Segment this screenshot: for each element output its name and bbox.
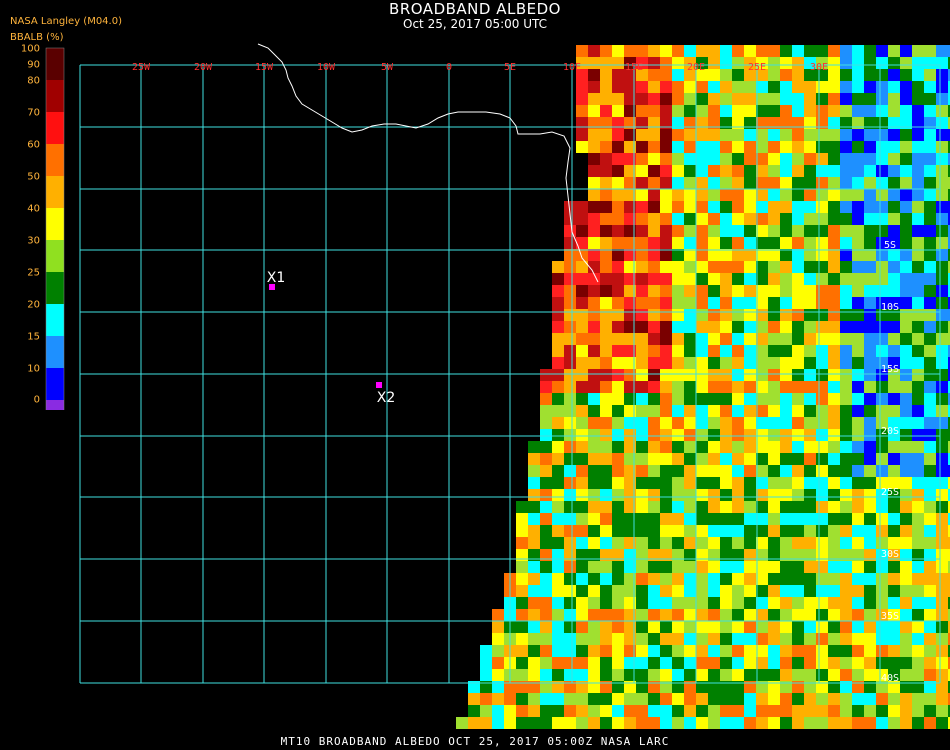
longitude-label: 25E xyxy=(748,62,766,73)
latitude-label: 5S xyxy=(884,240,896,251)
legend-tick-label: 10 xyxy=(27,364,40,375)
map-title: BROADBAND ALBEDO xyxy=(389,0,561,18)
latitude-label: 15S xyxy=(881,364,899,375)
legend-tick-label: 100 xyxy=(21,44,40,55)
legend-tick-label: 20 xyxy=(27,300,40,311)
legend-swatch xyxy=(46,176,64,208)
legend-swatch xyxy=(46,80,64,112)
legend-swatch xyxy=(46,240,64,272)
longitude-label: 0 xyxy=(446,62,452,73)
latitude-label: 40S xyxy=(881,673,899,684)
legend-swatch xyxy=(46,208,64,240)
marker-label: X2 xyxy=(377,390,396,406)
latitude-label: 10S xyxy=(881,302,899,313)
lat-lon-grid xyxy=(79,64,941,684)
longitude-label: 25W xyxy=(132,62,151,73)
legend-tick-label: 40 xyxy=(27,204,40,215)
legend-tick-label: 15 xyxy=(27,332,40,343)
legend-swatch xyxy=(46,400,64,410)
legend-swatch xyxy=(46,368,64,400)
marker-point xyxy=(269,284,275,290)
coastline xyxy=(257,43,599,283)
longitude-label: 20W xyxy=(194,62,213,73)
legend-swatch xyxy=(46,304,64,336)
legend-tick-label: 25 xyxy=(27,268,40,279)
legend-swatch xyxy=(46,144,64,176)
longitude-label: 5W xyxy=(381,62,394,73)
legend-swatch xyxy=(46,48,64,80)
legend-tick-label: 80 xyxy=(27,76,40,87)
longitude-label: 15W xyxy=(255,62,274,73)
longitude-label: 30E xyxy=(810,62,828,73)
longitude-label: 20E xyxy=(687,62,705,73)
albedo-map: 25W 20W 15W 10W 5W 0 5E 10E 15E 20E 25E 30E 5S 10S 15S… xyxy=(79,43,950,729)
legend-tick-label: 0 xyxy=(34,395,40,406)
legend-tick-label: 70 xyxy=(27,108,40,119)
legend-swatch xyxy=(46,112,64,144)
longitude-label: 10W xyxy=(317,62,336,73)
longitude-label: 10E xyxy=(563,62,581,73)
longitude-label: 5E xyxy=(504,62,516,73)
marker-label: X1 xyxy=(267,270,286,286)
latitude-label: 35S xyxy=(881,611,899,622)
legend-tick-label: 60 xyxy=(27,140,40,151)
legend-swatch xyxy=(46,336,64,368)
latitude-label: 25S xyxy=(881,487,899,498)
footer-caption: MT10 BROADBAND ALBEDO OCT 25, 2017 05:00… xyxy=(280,735,670,748)
longitude-label: 15E xyxy=(625,62,643,73)
legend-tick-label: 50 xyxy=(27,172,40,183)
satellite-imagery xyxy=(456,45,950,729)
latitude-label: 30S xyxy=(881,549,899,560)
legend-tick-label: 30 xyxy=(27,236,40,247)
marker-point xyxy=(376,382,382,388)
color-legend: 10090807060504030252015100 xyxy=(21,44,65,410)
map-subtitle: Oct 25, 2017 05:00 UTC xyxy=(403,17,547,31)
legend-swatch xyxy=(46,272,64,304)
legend-tick-label: 90 xyxy=(27,60,40,71)
latitude-label: 20S xyxy=(881,426,899,437)
